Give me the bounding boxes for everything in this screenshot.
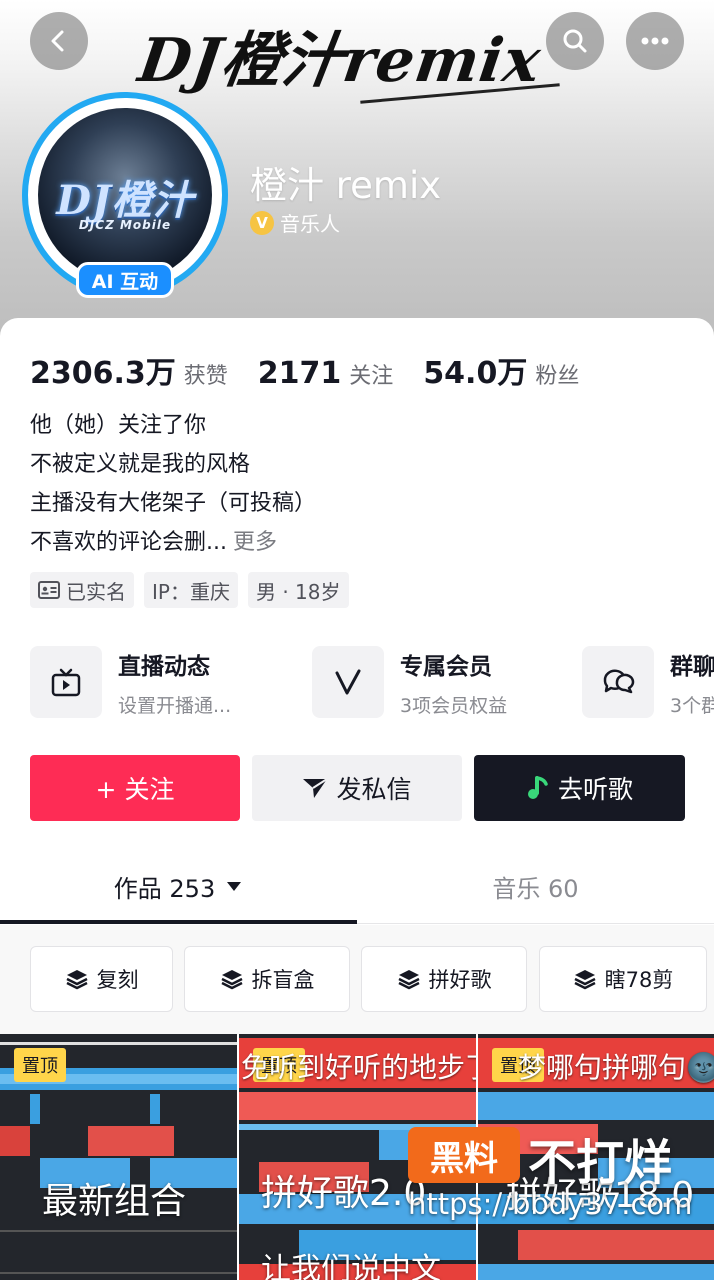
watermark-title: 不打烊: [528, 1135, 673, 1191]
bio-line: 他（她）关注了你: [30, 413, 207, 438]
chevron-left-icon: [51, 30, 64, 52]
stat-followers[interactable]: 54.0万 粉丝: [423, 348, 579, 392]
feature-icon-box: [582, 646, 654, 718]
stat-following[interactable]: 2171 关注: [258, 356, 394, 391]
send-plane-icon: [303, 778, 329, 798]
watermark-overlay: 黑料 不打烊 https://bbdy37.com: [408, 1127, 714, 1227]
feature-icon-box: [312, 646, 384, 718]
more-dots-icon: [641, 37, 669, 45]
ai-interaction-badge[interactable]: AI 互动: [76, 262, 174, 298]
watermark-logo-box: 黑料: [408, 1127, 520, 1183]
listen-button-label: 去听歌: [557, 775, 633, 804]
video-top-caption: 免听到好听的地步了: [241, 1051, 476, 1084]
bio-line: 主播没有大佬架子（可投稿）: [30, 491, 317, 516]
collection-label: 拆盲盒: [251, 968, 315, 992]
video-caption-secondary: 让我们说中文: [261, 1252, 441, 1280]
more-button[interactable]: [626, 12, 684, 70]
back-button[interactable]: [30, 12, 88, 70]
search-icon: [563, 29, 587, 53]
collection-label: 拼好歌: [428, 968, 492, 992]
video-caption: 拼好歌2.0: [261, 1173, 427, 1214]
pinned-badge: 置顶: [14, 1048, 66, 1082]
tab-active-indicator: [0, 920, 357, 924]
tag-verified: 已实名: [30, 572, 134, 608]
bio-more-link[interactable]: 更多: [233, 530, 277, 555]
tab-music[interactable]: 音乐 60: [357, 848, 714, 924]
stat-likes[interactable]: 2306.3万 获赞: [30, 348, 228, 392]
caret-down-icon: [227, 882, 242, 891]
follow-button[interactable]: + 关注: [30, 755, 240, 821]
feature-subtitle: 设置开播通...: [118, 694, 232, 717]
v-member-icon: [335, 669, 361, 695]
tag-label: 男 · 18岁: [255, 579, 341, 604]
layers-icon: [574, 970, 596, 990]
content-tabs: 作品 253 音乐 60: [0, 848, 714, 924]
role-label: 音乐人: [280, 212, 340, 236]
stat-value: 2306.3万: [30, 356, 176, 391]
role-row: V 音乐人: [250, 208, 340, 237]
tab-works[interactable]: 作品 253: [0, 848, 357, 924]
tab-works-label: 作品 253: [113, 874, 216, 903]
id-card-icon: [38, 581, 60, 599]
video-top-caption: 梦哪句拼哪句🌚: [518, 1051, 714, 1084]
avatar-logo-subtext: DJCZ Mobile: [78, 218, 172, 232]
collection-chip[interactable]: 复刻: [30, 946, 173, 1012]
feature-title: 群聊: [670, 653, 714, 680]
tag-ip: IP：重庆: [144, 572, 238, 608]
tv-play-icon: [51, 668, 81, 697]
stat-value: 2171: [257, 356, 342, 391]
music-note-icon: [527, 776, 548, 799]
collection-chip[interactable]: 拆盲盒: [184, 946, 350, 1012]
listen-button[interactable]: 去听歌: [474, 755, 685, 821]
collection-label: 复刻: [96, 968, 139, 992]
feature-live[interactable]: 直播动态 设置开播通...: [30, 645, 231, 719]
feature-membership[interactable]: 专属会员 3项会员权益: [312, 645, 507, 719]
feature-entries: 直播动态 设置开播通... 专属会员 3项会员权益 群聊 3个群: [30, 645, 714, 719]
tag-label: IP：重庆: [152, 579, 230, 604]
stat-label: 获赞: [183, 364, 228, 389]
collection-chip[interactable]: 瞎78剪: [539, 946, 707, 1012]
message-button[interactable]: 发私信: [252, 755, 462, 821]
tag-gender-age: 男 · 18岁: [247, 572, 349, 608]
collections-row: 复刻 拆盲盒 拼好歌 瞎78剪: [30, 946, 714, 1012]
feature-title: 专属会员: [400, 653, 492, 680]
stat-value: 54.0万: [423, 356, 528, 391]
verified-v-icon: V: [250, 210, 274, 235]
video-thumbnail[interactable]: 置顶 最新组合: [0, 1034, 237, 1280]
feature-title: 直播动态: [118, 653, 210, 680]
group-chat-icon: [603, 669, 635, 694]
username: 橙汁 remix: [250, 164, 442, 207]
feature-group-chat[interactable]: 群聊 3个群: [582, 645, 714, 719]
layers-icon: [220, 970, 243, 990]
collection-label: 瞎78剪: [604, 968, 674, 992]
feature-icon-box: [30, 646, 102, 718]
avatar[interactable]: DJ橙汁 DJCZ Mobile: [38, 108, 212, 282]
layers-icon: [397, 970, 420, 990]
banner-title: DJ橙汁remix: [134, 26, 546, 96]
profile-tags: 已实名 IP：重庆 男 · 18岁: [30, 572, 349, 608]
profile-header: DJ橙汁remix DJ橙汁 DJCZ Mobile AI 互动 橙汁 remi…: [0, 0, 714, 340]
watermark-url: https://bbdy37.com: [408, 1187, 693, 1221]
tag-label: 已实名: [66, 579, 126, 604]
bio: 他（她）关注了你 不被定义就是我的风格 主播没有大佬架子（可投稿） 不喜欢的评论…: [30, 406, 316, 562]
bio-line-last: 不喜欢的评论会删... 更多: [30, 523, 316, 562]
search-button[interactable]: [546, 12, 604, 70]
bio-line: 不被定义就是我的风格: [30, 452, 251, 477]
layers-icon: [65, 970, 88, 990]
collection-chip[interactable]: 拼好歌: [361, 946, 527, 1012]
action-buttons: + 关注 发私信 去听歌: [30, 755, 685, 821]
message-button-label: 发私信: [336, 775, 412, 804]
feature-subtitle: 3个群: [670, 694, 714, 717]
bio-line-text: 不喜欢的评论会删...: [30, 530, 227, 555]
stat-label: 关注: [349, 364, 394, 389]
stat-label: 粉丝: [535, 364, 580, 389]
feature-subtitle: 3项会员权益: [400, 694, 508, 717]
video-caption: 最新组合: [42, 1181, 187, 1222]
stats-row: 2306.3万 获赞 2171 关注 54.0万 粉丝: [30, 348, 609, 392]
